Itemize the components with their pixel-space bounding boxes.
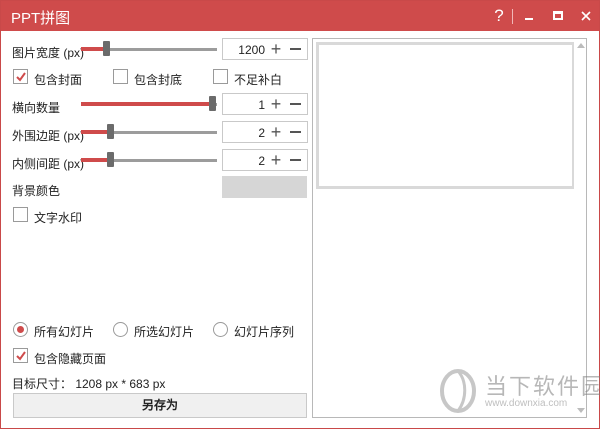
selected-slides-radio[interactable] <box>113 322 128 337</box>
help-button[interactable]: ? <box>488 5 510 27</box>
outer-margin-decrease-button[interactable] <box>287 122 305 142</box>
outer-margin-label: 外围边距 (px) <box>12 129 85 143</box>
width-decrease-button[interactable] <box>287 39 305 59</box>
width-increase-button[interactable]: + <box>267 39 285 59</box>
include-hidden-label[interactable]: 包含隐藏页面 <box>34 350 106 367</box>
maximize-icon <box>553 11 563 20</box>
app-window: PPT拼图 ? 图片宽度 (px) 1200 + 包含封面 包含封底 不足补白 … <box>0 0 600 429</box>
target-size-text: 目标尺寸： 1208 px * 683 px <box>12 377 166 391</box>
inner-spacing-stepper[interactable]: 2 + <box>222 149 308 171</box>
scroll-up-arrow-icon[interactable] <box>577 43 585 48</box>
background-color-picker[interactable] <box>222 176 307 198</box>
columns-slider[interactable] <box>81 93 217 115</box>
title-separator <box>512 9 513 24</box>
inner-spacing-slider[interactable] <box>81 149 217 171</box>
outer-margin-stepper[interactable]: 2 + <box>222 121 308 143</box>
preview-panel[interactable] <box>312 38 587 418</box>
columns-label: 横向数量 <box>12 101 61 115</box>
columns-stepper[interactable]: 1 + <box>222 93 308 115</box>
width-label: 图片宽度 (px) <box>12 46 85 60</box>
all-slides-label[interactable]: 所有幻灯片 <box>34 323 94 340</box>
minus-icon <box>290 131 301 133</box>
inner-spacing-slider-thumb[interactable] <box>107 152 114 167</box>
fill-missing-label[interactable]: 不足补白 <box>234 71 282 88</box>
minus-icon <box>290 103 301 105</box>
columns-slider-thumb[interactable] <box>209 96 216 111</box>
fill-missing-checkbox[interactable] <box>213 69 228 84</box>
preview-slide-thumbnail <box>316 42 575 189</box>
width-stepper[interactable]: 1200 + <box>222 38 308 60</box>
save-as-button[interactable]: 另存为 <box>13 393 307 418</box>
include-cover-label[interactable]: 包含封面 <box>34 71 82 88</box>
inner-spacing-decrease-button[interactable] <box>287 150 305 170</box>
inner-spacing-slider-fill <box>81 158 109 162</box>
columns-slider-fill <box>81 102 213 106</box>
watermark-url: www.downxia.com <box>485 398 568 409</box>
inner-spacing-value[interactable]: 2 <box>258 154 265 168</box>
minimize-icon <box>525 18 533 20</box>
window-title: PPT拼图 <box>11 10 71 27</box>
width-slider[interactable] <box>81 38 217 60</box>
outer-margin-value[interactable]: 2 <box>258 126 265 140</box>
site-watermark: 当下软件园 www.downxia.com <box>437 365 600 417</box>
include-back-cover-label[interactable]: 包含封底 <box>134 71 182 88</box>
text-watermark-label[interactable]: 文字水印 <box>34 209 82 226</box>
text-watermark-checkbox[interactable] <box>13 207 28 222</box>
width-slider-thumb[interactable] <box>103 41 110 56</box>
columns-increase-button[interactable]: + <box>267 94 285 114</box>
include-cover-checkbox[interactable] <box>13 69 28 84</box>
preview-scrollbar[interactable] <box>574 39 586 417</box>
minus-icon <box>290 48 301 50</box>
slide-sequence-radio[interactable] <box>213 322 228 337</box>
close-button[interactable] <box>575 5 597 27</box>
checkmark-icon <box>16 351 26 361</box>
columns-decrease-button[interactable] <box>287 94 305 114</box>
width-slider-fill <box>81 47 105 51</box>
outer-margin-slider[interactable] <box>81 121 217 143</box>
maximize-button[interactable] <box>547 5 569 27</box>
all-slides-radio[interactable] <box>13 322 28 337</box>
inner-spacing-label: 内侧间距 (px) <box>12 157 85 171</box>
background-color-label: 背景颜色 <box>12 184 61 198</box>
inner-spacing-increase-button[interactable]: + <box>267 150 285 170</box>
radio-selected-dot <box>17 326 24 333</box>
checkmark-icon <box>16 72 26 82</box>
outer-margin-increase-button[interactable]: + <box>267 122 285 142</box>
outer-margin-slider-fill <box>81 130 109 134</box>
title-bar: PPT拼图 ? <box>1 1 599 31</box>
minimize-button[interactable] <box>518 5 540 27</box>
width-value[interactable]: 1200 <box>238 43 265 57</box>
include-back-cover-checkbox[interactable] <box>113 69 128 84</box>
include-hidden-checkbox[interactable] <box>13 348 28 363</box>
minus-icon <box>290 159 301 161</box>
columns-value[interactable]: 1 <box>258 98 265 112</box>
watermark-logo-icon <box>440 369 476 413</box>
outer-margin-slider-thumb[interactable] <box>107 124 114 139</box>
watermark-name: 当下软件园 <box>485 374 600 399</box>
slide-sequence-label[interactable]: 幻灯片序列 <box>234 323 294 340</box>
close-icon <box>581 11 591 21</box>
selected-slides-label[interactable]: 所选幻灯片 <box>134 323 194 340</box>
